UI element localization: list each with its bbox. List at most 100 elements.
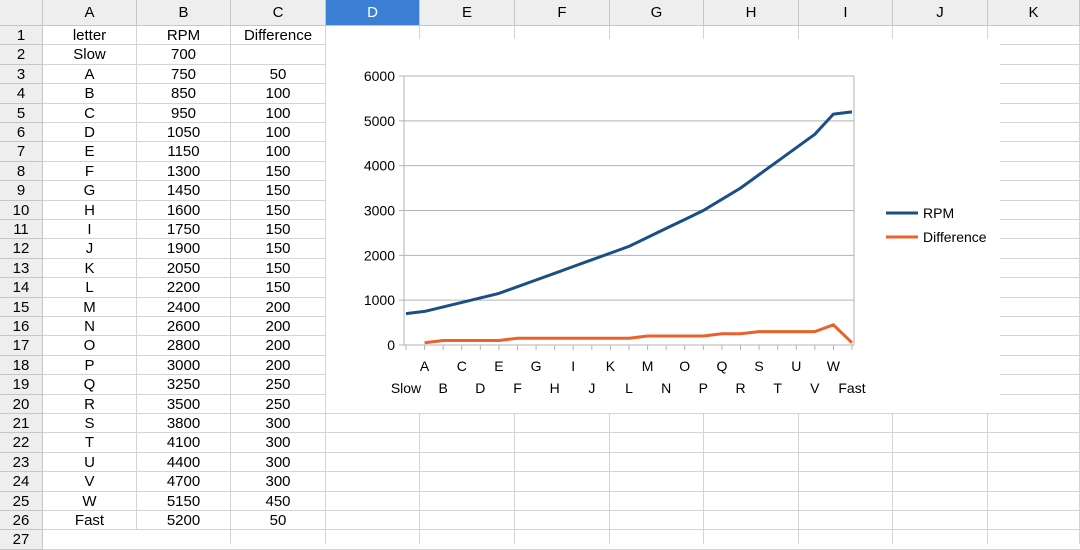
cell-a19[interactable]: Q: [43, 375, 137, 395]
cell-b9[interactable]: 1450: [137, 181, 231, 201]
cell-a6[interactable]: D: [43, 123, 137, 143]
cell-a22[interactable]: T: [43, 433, 137, 453]
cell-b14[interactable]: 2200: [137, 278, 231, 298]
cell-c5[interactable]: 100: [231, 103, 326, 123]
row-header-8[interactable]: 8: [0, 161, 43, 182]
cell-b23[interactable]: 4400: [137, 452, 231, 473]
cell-a2[interactable]: Slow: [43, 45, 137, 65]
cell-a14[interactable]: L: [43, 278, 137, 298]
cell-c20[interactable]: 250: [231, 394, 326, 414]
cell-c4[interactable]: 100: [231, 84, 326, 104]
cell-a13[interactable]: K: [43, 258, 137, 279]
column-header-h[interactable]: H: [704, 0, 799, 26]
cell-b24[interactable]: 4700: [137, 472, 231, 492]
cell-a12[interactable]: J: [43, 239, 137, 259]
row-header-3[interactable]: 3: [0, 64, 43, 85]
cell-c3[interactable]: 50: [231, 64, 326, 85]
column-header-b[interactable]: B: [137, 0, 231, 26]
cell-c6[interactable]: 100: [231, 123, 326, 143]
row-header-15[interactable]: 15: [0, 297, 43, 317]
cell-c15[interactable]: 200: [231, 297, 326, 317]
cell-c8[interactable]: 150: [231, 161, 326, 182]
cell-b10[interactable]: 1600: [137, 200, 231, 220]
column-header-j[interactable]: J: [893, 0, 988, 26]
row-header-27[interactable]: 27: [0, 530, 43, 550]
column-header-i[interactable]: I: [799, 0, 893, 26]
row-header-26[interactable]: 26: [0, 511, 43, 531]
cell-b7[interactable]: 1150: [137, 142, 231, 162]
cell-b4[interactable]: 850: [137, 84, 231, 104]
row-header-4[interactable]: 4: [0, 84, 43, 104]
row-header-6[interactable]: 6: [0, 123, 43, 143]
cell-b15[interactable]: 2400: [137, 297, 231, 317]
row-header-2[interactable]: 2: [0, 45, 43, 65]
row-header-25[interactable]: 25: [0, 491, 43, 511]
row-header-16[interactable]: 16: [0, 317, 43, 337]
select-all-corner[interactable]: [0, 0, 43, 26]
cell-a18[interactable]: P: [43, 355, 137, 376]
cell-c22[interactable]: 300: [231, 433, 326, 453]
cell-b17[interactable]: 2800: [137, 336, 231, 356]
row-header-5[interactable]: 5: [0, 103, 43, 123]
column-header-a[interactable]: A: [43, 0, 137, 26]
cell-c26[interactable]: 50: [231, 511, 326, 531]
cell-c2[interactable]: [231, 45, 326, 65]
cell-a24[interactable]: V: [43, 472, 137, 492]
row-header-13[interactable]: 13: [0, 258, 43, 279]
column-header-d[interactable]: D: [326, 0, 420, 26]
cell-a7[interactable]: E: [43, 142, 137, 162]
column-header-c[interactable]: C: [231, 0, 326, 26]
cell-a9[interactable]: G: [43, 181, 137, 201]
cell-c17[interactable]: 200: [231, 336, 326, 356]
cell-a8[interactable]: F: [43, 161, 137, 182]
cell-a15[interactable]: M: [43, 297, 137, 317]
cell-c23[interactable]: 300: [231, 452, 326, 473]
cell-c7[interactable]: 100: [231, 142, 326, 162]
row-header-19[interactable]: 19: [0, 375, 43, 395]
cell-b21[interactable]: 3800: [137, 414, 231, 434]
cell-a10[interactable]: H: [43, 200, 137, 220]
cell-c24[interactable]: 300: [231, 472, 326, 492]
cell-c21[interactable]: 300: [231, 414, 326, 434]
cell-b12[interactable]: 1900: [137, 239, 231, 259]
cell-b11[interactable]: 1750: [137, 220, 231, 240]
line-chart[interactable]: 0 1000 2000 3000 4000 5000 6000 Slow A B C D E F G H I J K…: [326, 39, 1000, 413]
cell-b25[interactable]: 5150: [137, 491, 231, 511]
column-header-f[interactable]: F: [515, 0, 610, 26]
cell-c12[interactable]: 150: [231, 239, 326, 259]
cell-a5[interactable]: C: [43, 103, 137, 123]
column-header-e[interactable]: E: [420, 0, 515, 26]
row-header-7[interactable]: 7: [0, 142, 43, 162]
cell-c11[interactable]: 150: [231, 220, 326, 240]
cell-c16[interactable]: 200: [231, 317, 326, 337]
cell-b1[interactable]: RPM: [137, 26, 231, 46]
cell-a3[interactable]: A: [43, 64, 137, 85]
row-header-22[interactable]: 22: [0, 433, 43, 453]
row-header-14[interactable]: 14: [0, 278, 43, 298]
cell-b16[interactable]: 2600: [137, 317, 231, 337]
cell-a25[interactable]: W: [43, 491, 137, 511]
cell-b13[interactable]: 2050: [137, 258, 231, 279]
cell-a11[interactable]: I: [43, 220, 137, 240]
cell-a26[interactable]: Fast: [43, 511, 137, 531]
cell-c19[interactable]: 250: [231, 375, 326, 395]
row-header-10[interactable]: 10: [0, 200, 43, 220]
cell-b26[interactable]: 5200: [137, 511, 231, 531]
cell-c1[interactable]: Difference: [231, 26, 326, 46]
cell-b22[interactable]: 4100: [137, 433, 231, 453]
row-header-17[interactable]: 17: [0, 336, 43, 356]
cell-b3[interactable]: 750: [137, 64, 231, 85]
column-header-k[interactable]: K: [988, 0, 1080, 26]
cell-b18[interactable]: 3000: [137, 355, 231, 376]
row-header-20[interactable]: 20: [0, 394, 43, 414]
cell-c25[interactable]: 450: [231, 491, 326, 511]
row-header-1[interactable]: 1: [0, 26, 43, 46]
row-header-21[interactable]: 21: [0, 414, 43, 434]
cell-b5[interactable]: 950: [137, 103, 231, 123]
cell-c18[interactable]: 200: [231, 355, 326, 376]
row-header-24[interactable]: 24: [0, 472, 43, 492]
cell-a20[interactable]: R: [43, 394, 137, 414]
cell-b19[interactable]: 3250: [137, 375, 231, 395]
row-header-12[interactable]: 12: [0, 239, 43, 259]
cell-a21[interactable]: S: [43, 414, 137, 434]
